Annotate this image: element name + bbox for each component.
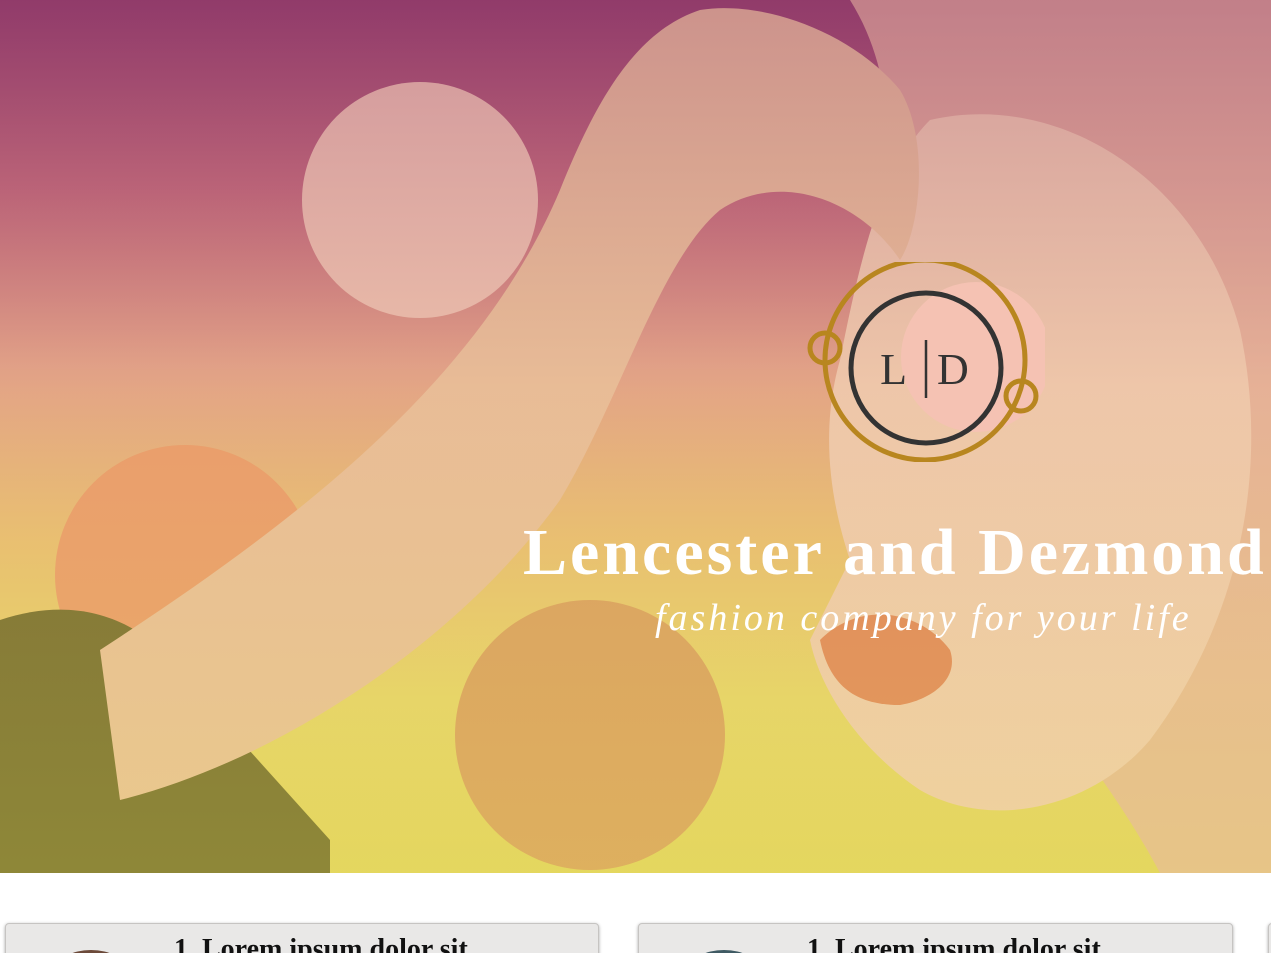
hero-tagline: fashion company for your life <box>655 597 1192 639</box>
yarn-ball-top <box>302 82 538 318</box>
article-card[interactable]: 1. Lorem ipsum dolor sit <box>638 923 1233 953</box>
yarn-ball-bottom <box>455 600 725 870</box>
logo-letter-l: L <box>880 345 907 394</box>
article-card[interactable]: 1. Lorem ipsum dolor sit <box>5 923 599 953</box>
card-title[interactable]: 1. Lorem ipsum dolor sit <box>807 934 1101 953</box>
ld-logo: L D <box>807 262 1045 462</box>
card-title[interactable]: 1. Lorem ipsum dolor sit <box>174 934 468 953</box>
article-cards: 1. Lorem ipsum dolor sit 1. Lorem ipsum … <box>0 873 1271 953</box>
logo-letter-d: D <box>937 345 969 394</box>
hero-title: Lencester and Dezmond <box>523 516 1267 589</box>
hero-banner: L D Lencester and Dezmond fashion compan… <box>0 0 1271 873</box>
hero-photo <box>0 0 1271 873</box>
